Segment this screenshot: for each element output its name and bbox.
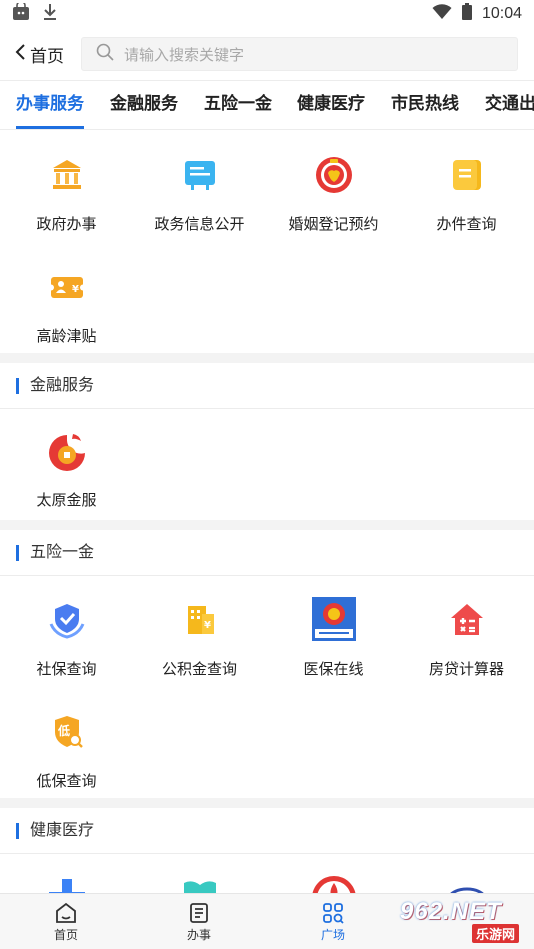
watermark-caption: 乐游网 [472,924,520,943]
tab-label: 五险一金 [204,94,272,113]
grid-item-health-1[interactable] [0,877,133,893]
tab-jinrong[interactable]: 金融服务 [110,81,178,129]
download-icon [42,3,58,26]
tab-label: 办事服务 [16,94,84,113]
jinrong-grid: 太原金服 [0,409,534,520]
battery-icon [461,3,472,25]
low-income-query-icon: 低 [47,712,87,752]
grid-item-label: 医保在线 [303,661,364,678]
back-button[interactable]: 首页 [14,42,72,67]
grid-item-gongjijin[interactable]: ¥ 公积金查询 [133,600,266,679]
tab-jiankang[interactable]: 健康医疗 [297,81,365,129]
tab-jiaotong[interactable]: 交通出 [485,81,534,129]
svg-text:低: 低 [57,723,70,738]
grid-item-health-3[interactable] [267,875,400,893]
nav-banshi[interactable]: 办事 [159,900,239,943]
jiankang-grid [0,855,534,893]
grid-search-icon [293,900,373,926]
grid-item-fangdai[interactable]: 房贷计算器 [400,600,533,679]
marriage-registration-icon [314,155,354,195]
grid-item-health-2[interactable] [133,877,266,893]
grid-item-label: 公积金查询 [161,661,237,678]
banshi-grid: 政府办事 政务信息公开 婚姻登记预约 办件查询 ¥ 高龄津贴 [0,131,534,353]
nav-label: 广场 [320,928,345,942]
grid-item-taiyuan-jinfu[interactable]: 太原金服 [0,431,133,510]
elderly-allowance-icon: ¥ [47,267,87,307]
social-security-shield-icon [47,600,87,640]
grid-item-banjian[interactable]: 办件查询 [400,155,533,234]
tab-label: 健康医疗 [297,94,365,113]
tab-rexian[interactable]: 市民热线 [391,81,459,129]
section-divider [0,353,534,363]
tab-label: 市民热线 [391,94,459,113]
section-title: 五险一金 [30,544,95,561]
form-list-icon [159,900,239,926]
nav-label: 办事 [186,928,211,942]
search-icon [96,43,114,66]
blood-donation-icon [311,875,357,893]
status-bar: 10:04 [0,0,534,28]
section-divider [0,798,534,808]
grid-item-label: 房贷计算器 [428,661,504,678]
grid-item-label: 办件查询 [436,216,497,233]
watermark-logo-text: 962.NET [400,898,502,925]
nav-label: 首页 [53,928,78,942]
tab-wuxian[interactable]: 五险一金 [204,81,272,129]
document-query-icon [447,155,487,195]
housing-fund-icon: ¥ [180,600,220,640]
category-tabs: 办事服务 金融服务 五险一金 健康医疗 市民热线 交通出 [0,80,534,130]
mortgage-calculator-icon [447,600,487,640]
active-tab-indicator [16,126,84,129]
back-label: 首页 [30,46,64,66]
grid-item-label: 高龄津贴 [36,328,97,345]
app-notification-icon [12,0,30,26]
svg-text:¥: ¥ [72,284,79,295]
grid-item-label: 婚姻登记预约 [288,216,379,233]
wuxian-grid: 社保查询 ¥ 公积金查询 医保在线 房贷计算器 低 低保查询 [0,576,534,798]
search-placeholder: 请输入搜索关键字 [124,46,245,64]
site-watermark: 962.NET 乐游网 [394,896,534,946]
wifi-icon [432,3,452,25]
grid-item-shebao[interactable]: 社保查询 [0,600,133,679]
grid-item-yibao[interactable]: 医保在线 [267,596,400,679]
medical-cross-icon [47,877,87,893]
nav-home[interactable]: 首页 [26,900,106,943]
grid-item-hunyin[interactable]: 婚姻登记预约 [267,155,400,234]
section-accent-bar [16,823,19,839]
grid-item-label: 低保查询 [36,773,97,790]
grid-item-label: 太原金服 [36,492,97,509]
nav-guangchang[interactable]: 广场 [293,900,373,943]
grid-item-zhengfu[interactable]: 政府办事 [0,155,133,234]
top-bar: 首页 请输入搜索关键字 [0,28,534,80]
section-header-jiankang: 健康医疗 [0,808,534,854]
tab-label: 交通出 [485,94,534,113]
grid-item-dibao[interactable]: 低 低保查询 [0,712,133,791]
grid-item-health-4[interactable] [400,879,533,893]
section-accent-bar [16,545,19,561]
svg-text:¥: ¥ [204,620,211,631]
taiyuan-finance-logo-icon [45,431,89,475]
grid-item-gaoling[interactable]: ¥ 高龄津贴 [0,267,133,346]
health-book-icon [180,877,220,893]
grid-item-label: 政务信息公开 [154,216,245,233]
search-input[interactable]: 请输入搜索关键字 [81,37,518,71]
government-building-icon [47,155,87,195]
section-title: 金融服务 [30,377,95,394]
chevron-left-icon [14,43,30,66]
section-header-jinrong: 金融服务 [0,363,534,409]
grid-item-label: 政府办事 [36,216,97,233]
clock-time: 10:04 [481,5,522,22]
home-icon [26,900,106,926]
tab-banshi[interactable]: 办事服务 [16,81,84,129]
section-divider [0,520,534,530]
section-title: 健康医疗 [30,822,95,839]
grid-item-zhengwu[interactable]: 政务信息公开 [133,155,266,234]
medical-insurance-emblem-icon [311,596,357,642]
grid-item-label: 社保查询 [36,661,97,678]
section-accent-bar [16,378,19,394]
section-header-wuxian: 五险一金 [0,530,534,576]
tab-label: 金融服务 [110,94,178,113]
info-board-icon [180,155,220,195]
hospital-logo-icon [447,879,487,893]
